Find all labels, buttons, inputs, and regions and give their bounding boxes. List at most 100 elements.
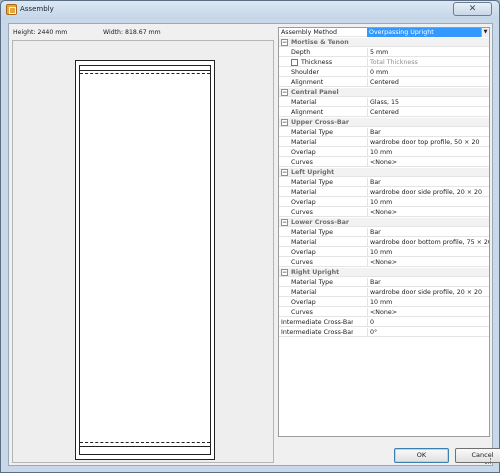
category-label: Left Upright bbox=[291, 169, 335, 176]
property-row[interactable]: Material wardrobe door top profile, 50 × … bbox=[279, 138, 489, 147]
thickness-checkbox[interactable] bbox=[291, 59, 298, 66]
property-value[interactable]: Bar bbox=[367, 278, 489, 287]
property-value[interactable]: Glass, 15 bbox=[367, 98, 489, 107]
collapse-icon[interactable]: − bbox=[281, 169, 288, 176]
property-label: Curves bbox=[291, 309, 313, 316]
property-label: Material bbox=[291, 239, 317, 246]
property-label: Thickness bbox=[301, 59, 333, 66]
ok-button[interactable]: OK bbox=[394, 448, 449, 463]
category-row[interactable]: − Lower Cross-Bar bbox=[279, 218, 489, 227]
property-value[interactable]: Bar bbox=[367, 128, 489, 137]
property-label: Intermediate Cross-Bar bbox=[281, 319, 353, 326]
width-label: Width: 818.67 mm bbox=[103, 29, 161, 36]
property-value[interactable]: 0 mm bbox=[367, 68, 489, 77]
resize-grip[interactable] bbox=[485, 458, 491, 464]
property-value[interactable]: 0° bbox=[367, 328, 489, 337]
property-label: Material bbox=[291, 99, 317, 106]
property-value[interactable]: wardrobe door side profile, 20 × 20 bbox=[367, 188, 489, 197]
category-row[interactable]: − Upper Cross-Bar bbox=[279, 118, 489, 127]
property-value[interactable]: Total Thickness bbox=[367, 58, 489, 67]
property-value[interactable]: <None> bbox=[367, 308, 489, 317]
property-value[interactable]: Bar bbox=[367, 228, 489, 237]
property-label: Curves bbox=[291, 259, 313, 266]
property-value[interactable]: 10 mm bbox=[367, 148, 489, 157]
assembly-method-select[interactable]: Overpassing Upright ▼ bbox=[367, 28, 489, 37]
collapse-icon[interactable]: − bbox=[281, 89, 288, 96]
property-label: Overlap bbox=[291, 249, 316, 256]
dialog-client-area: Height: 2440 mm Width: 818.67 mm Assembl… bbox=[8, 23, 500, 466]
property-value[interactable]: <None> bbox=[367, 208, 489, 217]
property-row[interactable]: Alignment Centered bbox=[279, 78, 489, 87]
property-value[interactable]: 10 mm bbox=[367, 248, 489, 257]
window-title: Assembly bbox=[20, 5, 54, 13]
upper-overlap-line bbox=[80, 73, 210, 74]
title-bar[interactable]: Assembly ✕ bbox=[1, 1, 499, 19]
property-value[interactable]: Bar bbox=[367, 178, 489, 187]
property-row[interactable]: Intermediate Cross-Bar 0 bbox=[279, 318, 489, 327]
property-label: Shoulder bbox=[291, 69, 320, 76]
property-value[interactable]: Centered bbox=[367, 78, 489, 87]
category-label: Upper Cross-Bar bbox=[291, 119, 350, 126]
property-value[interactable]: wardrobe door bottom profile, 75 × 20 bbox=[367, 238, 489, 247]
collapse-icon[interactable]: − bbox=[281, 39, 288, 46]
assembly-method-value: Overpassing Upright bbox=[369, 29, 434, 36]
property-row[interactable]: Overlap 10 mm bbox=[279, 148, 489, 157]
property-value[interactable]: 0 bbox=[367, 318, 489, 327]
property-row[interactable]: Shoulder 0 mm bbox=[279, 68, 489, 77]
property-row[interactable]: Thickness Total Thickness bbox=[279, 58, 489, 67]
property-value[interactable]: 5 mm bbox=[367, 48, 489, 57]
property-value[interactable]: <None> bbox=[367, 258, 489, 267]
close-button[interactable]: ✕ bbox=[453, 2, 492, 16]
property-row[interactable]: Material Type Bar bbox=[279, 128, 489, 137]
property-label: Depth bbox=[291, 49, 311, 56]
collapse-icon[interactable]: − bbox=[281, 119, 288, 126]
cancel-button[interactable]: Cancel bbox=[455, 448, 500, 463]
property-row[interactable]: Material Type Bar bbox=[279, 178, 489, 187]
property-row[interactable]: Alignment Centered bbox=[279, 108, 489, 117]
property-grid[interactable]: Assembly Method Overpassing Upright ▼ − M… bbox=[278, 27, 490, 437]
property-label: Material bbox=[291, 139, 317, 146]
property-value[interactable]: Centered bbox=[367, 108, 489, 117]
property-row[interactable]: Curves <None> bbox=[279, 158, 489, 167]
property-row[interactable]: Depth 5 mm bbox=[279, 48, 489, 57]
property-label: Material Type bbox=[291, 279, 334, 286]
property-row[interactable]: Material wardrobe door bottom profile, 75… bbox=[279, 238, 489, 247]
preview-canvas[interactable] bbox=[12, 40, 274, 463]
chevron-down-icon[interactable]: ▼ bbox=[481, 28, 489, 37]
property-row[interactable]: Material Type Bar bbox=[279, 278, 489, 287]
property-label: Curves bbox=[291, 209, 313, 216]
property-label: Overlap bbox=[291, 199, 316, 206]
property-label: Material bbox=[291, 189, 317, 196]
property-value[interactable]: <None> bbox=[367, 158, 489, 167]
property-row[interactable]: Curves <None> bbox=[279, 258, 489, 267]
property-label: Overlap bbox=[291, 149, 316, 156]
property-label: Alignment bbox=[291, 79, 324, 86]
property-row[interactable]: Material Glass, 15 bbox=[279, 98, 489, 107]
property-value[interactable]: 10 mm bbox=[367, 298, 489, 307]
property-row[interactable]: Curves <None> bbox=[279, 308, 489, 317]
property-label: Overlap bbox=[291, 299, 316, 306]
assembly-method-row[interactable]: Assembly Method Overpassing Upright ▼ bbox=[279, 28, 489, 37]
collapse-icon[interactable]: − bbox=[281, 269, 288, 276]
door-outer-frame bbox=[75, 60, 215, 460]
category-row[interactable]: − Right Upright bbox=[279, 268, 489, 277]
property-row[interactable]: Overlap 10 mm bbox=[279, 248, 489, 257]
property-row[interactable]: Curves <None> bbox=[279, 208, 489, 217]
property-row[interactable]: Overlap 10 mm bbox=[279, 298, 489, 307]
property-value[interactable]: wardrobe door top profile, 50 × 20 bbox=[367, 138, 489, 147]
category-label: Central Panel bbox=[291, 89, 339, 96]
property-row[interactable]: Material wardrobe door side profile, 20 ×… bbox=[279, 288, 489, 297]
category-row[interactable]: − Mortise & Tenon bbox=[279, 38, 489, 47]
property-row[interactable]: Intermediate Cross-Bars ... 0° bbox=[279, 328, 489, 337]
property-row[interactable]: Overlap 10 mm bbox=[279, 198, 489, 207]
property-value[interactable]: 10 mm bbox=[367, 198, 489, 207]
property-value[interactable]: wardrobe door side profile, 20 × 20 bbox=[367, 288, 489, 297]
property-label: Alignment bbox=[291, 109, 324, 116]
collapse-icon[interactable]: − bbox=[281, 219, 288, 226]
property-row[interactable]: Material Type Bar bbox=[279, 228, 489, 237]
property-row[interactable]: Material wardrobe door side profile, 20 ×… bbox=[279, 188, 489, 197]
category-row[interactable]: − Left Upright bbox=[279, 168, 489, 177]
property-label: Material Type bbox=[291, 229, 334, 236]
category-row[interactable]: − Central Panel bbox=[279, 88, 489, 97]
property-label: Material Type bbox=[291, 129, 334, 136]
